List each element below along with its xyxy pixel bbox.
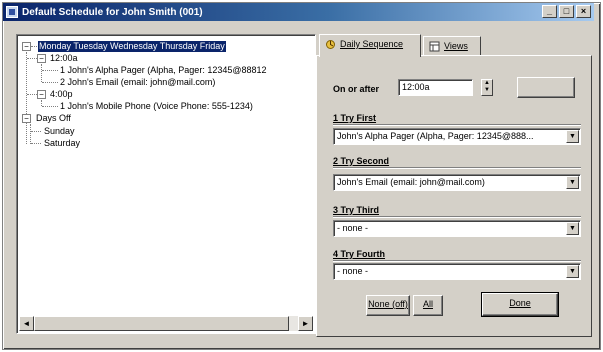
tree-connector [42,70,58,71]
tree-connector [42,82,58,83]
tab-views[interactable]: Views [423,36,481,56]
on-or-after-input[interactable]: 12:00a [398,79,473,96]
title-buttons: _ □ × [542,5,591,18]
tab-views-label: Views [444,41,468,51]
tree-node-time2-item-1[interactable]: 1 John's Mobile Phone (Voice Phone: 555-… [60,101,253,112]
dropdown-arrow-icon[interactable]: ▼ [566,176,579,189]
try-third-select[interactable]: - none - ▼ [333,220,581,237]
try-fourth-select[interactable]: - none - ▼ [333,263,581,280]
done-button[interactable]: Done [481,292,559,317]
try-first-select[interactable]: John's Alpha Pager (Alpha, Pager: 12345@… [333,128,581,145]
tree-node-days-off[interactable]: Days Off [36,113,71,124]
horizontal-scrollbar[interactable]: ◄ ► [19,316,313,331]
collapse-daysoff-icon[interactable]: − [22,114,31,123]
tree-connector [27,94,37,95]
tree-node-time2[interactable]: 4:00p [50,89,73,100]
apply-button [517,77,575,98]
try-second-value: John's Email (email: john@mail.com) [337,177,485,187]
try-fourth-value: - none - [337,266,369,276]
tree-connector [31,143,41,144]
tree-content: − Monday Tuesday Wednesday Thursday Frid… [19,37,313,315]
try-second-select[interactable]: John's Email (email: john@mail.com) ▼ [333,174,581,191]
tree-connector [41,64,42,82]
divider [333,124,581,126]
tree-connector [30,124,31,144]
collapse-time2-icon[interactable]: − [37,90,46,99]
scroll-thumb[interactable] [34,316,289,331]
try-first-label: 1 Try First [333,113,377,123]
try-third-value: - none - [337,223,369,233]
tree-node-time1-item-2[interactable]: 2 John's Email (email: john@mail.com) [60,77,215,88]
tree-connector [42,106,58,107]
collapse-time1-icon[interactable]: − [37,54,46,63]
close-button[interactable]: × [576,5,591,18]
app-icon [6,6,18,18]
none-off-button[interactable]: None (off) [366,295,410,316]
dropdown-arrow-icon[interactable]: ▼ [566,130,579,143]
tree-node-time1[interactable]: 12:00a [50,53,78,64]
tree-node-sunday[interactable]: Sunday [44,126,75,137]
tree-connector [31,46,37,47]
tree-connector [27,58,37,59]
time-spinner[interactable]: ▲ ▼ [481,79,493,96]
title-bar[interactable]: Default Schedule for John Smith (001) _ … [3,3,594,21]
views-icon [429,41,440,52]
collapse-root-icon[interactable]: − [22,42,31,51]
try-first-value: John's Alpha Pager (Alpha, Pager: 12345@… [337,131,534,141]
tree-node-time1-item-1[interactable]: 1 John's Alpha Pager (Alpha, Pager: 1234… [60,65,267,76]
minimize-button[interactable]: _ [542,5,557,18]
sequence-icon [326,40,335,49]
dropdown-arrow-icon[interactable]: ▼ [566,222,579,235]
tree-node-weekdays[interactable]: Monday Tuesday Wednesday Thursday Friday [38,41,226,52]
schedule-tree[interactable]: − Monday Tuesday Wednesday Thursday Frid… [16,34,316,334]
on-or-after-label: On or after [333,84,380,94]
window-title: Default Schedule for John Smith (001) [22,6,203,18]
spin-down-icon[interactable]: ▼ [482,87,492,94]
tree-connector [26,52,27,144]
dropdown-arrow-icon[interactable]: ▼ [566,265,579,278]
try-fourth-label: 4 Try Fourth [333,249,386,259]
scroll-left-button[interactable]: ◄ [19,316,34,331]
try-third-label: 3 Try Third [333,205,380,215]
all-button[interactable]: All [413,295,443,316]
tab-daily-sequence[interactable]: Daily Sequence [319,34,421,57]
maximize-button[interactable]: □ [559,5,574,18]
tree-node-saturday[interactable]: Saturday [44,138,80,149]
tree-connector [31,131,41,132]
spin-up-icon[interactable]: ▲ [482,80,492,87]
divider [333,260,581,262]
scroll-right-button[interactable]: ► [298,316,313,331]
divider [333,216,581,218]
divider [333,167,581,169]
try-second-label: 2 Try Second [333,156,390,166]
tab-daily-label: Daily Sequence [340,39,404,49]
